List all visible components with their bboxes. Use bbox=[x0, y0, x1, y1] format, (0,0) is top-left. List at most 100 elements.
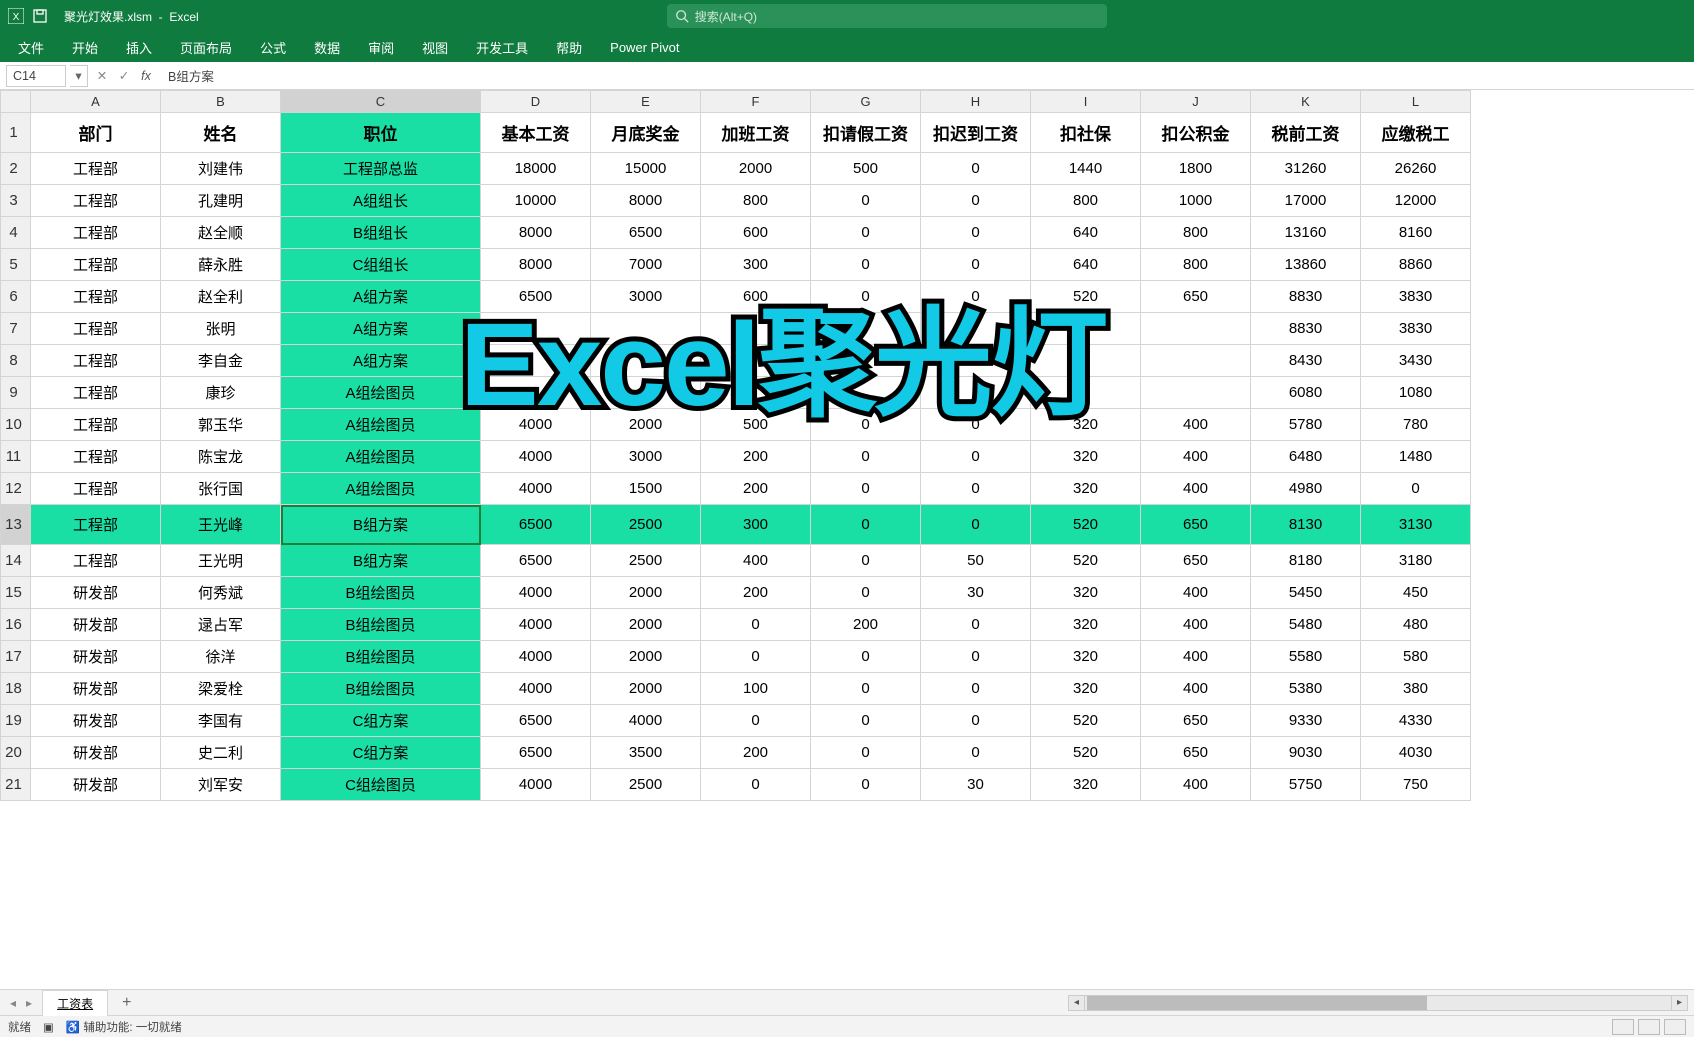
column-header[interactable]: I bbox=[1031, 91, 1141, 113]
cell[interactable]: 0 bbox=[921, 737, 1031, 769]
row-header[interactable]: 21 bbox=[1, 769, 31, 801]
cell[interactable] bbox=[481, 313, 591, 345]
cell[interactable]: 0 bbox=[811, 281, 921, 313]
column-header[interactable]: J bbox=[1141, 91, 1251, 113]
cell[interactable]: 4000 bbox=[481, 641, 591, 673]
cell[interactable]: 0 bbox=[921, 705, 1031, 737]
header-cell[interactable]: 姓名 bbox=[161, 113, 281, 153]
cell[interactable]: 赵全利 bbox=[161, 281, 281, 313]
cell[interactable]: A组绘图员 bbox=[281, 473, 481, 505]
cell[interactable]: 研发部 bbox=[31, 705, 161, 737]
ribbon-tab[interactable]: 开始 bbox=[58, 32, 112, 63]
scroll-right-icon[interactable]: ▸ bbox=[1671, 996, 1687, 1010]
cell[interactable]: 工程部 bbox=[31, 345, 161, 377]
cell[interactable]: 500 bbox=[701, 409, 811, 441]
cell[interactable] bbox=[921, 377, 1031, 409]
cell[interactable]: 王光明 bbox=[161, 545, 281, 577]
cell[interactable] bbox=[1141, 313, 1251, 345]
cell[interactable]: 520 bbox=[1031, 737, 1141, 769]
row-header[interactable]: 11 bbox=[1, 441, 31, 473]
row-header[interactable]: 10 bbox=[1, 409, 31, 441]
cell[interactable]: 0 bbox=[921, 673, 1031, 705]
cell[interactable]: 800 bbox=[1031, 185, 1141, 217]
header-cell[interactable]: 月底奖金 bbox=[591, 113, 701, 153]
cell[interactable]: 张明 bbox=[161, 313, 281, 345]
cell[interactable]: 0 bbox=[921, 281, 1031, 313]
ribbon-tab[interactable]: 审阅 bbox=[354, 32, 408, 63]
cell[interactable]: 320 bbox=[1031, 473, 1141, 505]
cell[interactable]: 520 bbox=[1031, 545, 1141, 577]
cell[interactable]: C组方案 bbox=[281, 705, 481, 737]
row-header[interactable]: 2 bbox=[1, 153, 31, 185]
cell[interactable]: 800 bbox=[1141, 249, 1251, 281]
formula-confirm-icon[interactable]: ✓ bbox=[116, 68, 132, 83]
header-cell[interactable]: 扣迟到工资 bbox=[921, 113, 1031, 153]
ribbon-tab[interactable]: 文件 bbox=[4, 32, 58, 63]
cell[interactable]: 2000 bbox=[591, 609, 701, 641]
cell[interactable] bbox=[921, 345, 1031, 377]
cell[interactable]: 780 bbox=[1361, 409, 1471, 441]
cell[interactable]: 0 bbox=[701, 641, 811, 673]
cell[interactable]: 工程部 bbox=[31, 249, 161, 281]
ribbon-tab[interactable]: 插入 bbox=[112, 32, 166, 63]
cell[interactable]: 1000 bbox=[1141, 185, 1251, 217]
cell[interactable]: 0 bbox=[811, 577, 921, 609]
cell[interactable]: 6500 bbox=[591, 217, 701, 249]
cell[interactable]: 0 bbox=[811, 249, 921, 281]
header-cell[interactable]: 基本工资 bbox=[481, 113, 591, 153]
cell[interactable]: 3130 bbox=[1361, 505, 1471, 545]
cell[interactable]: 8000 bbox=[481, 217, 591, 249]
cell[interactable]: A组组长 bbox=[281, 185, 481, 217]
cell[interactable]: 梁爱栓 bbox=[161, 673, 281, 705]
cell[interactable]: C组方案 bbox=[281, 737, 481, 769]
column-header[interactable]: B bbox=[161, 91, 281, 113]
cell[interactable]: A组绘图员 bbox=[281, 377, 481, 409]
cell[interactable]: A组方案 bbox=[281, 345, 481, 377]
cell[interactable]: 30 bbox=[921, 769, 1031, 801]
cell[interactable]: 工程部 bbox=[31, 313, 161, 345]
cell[interactable]: 8830 bbox=[1251, 281, 1361, 313]
cell[interactable]: 工程部 bbox=[31, 545, 161, 577]
cell[interactable]: 300 bbox=[701, 505, 811, 545]
cell[interactable] bbox=[1031, 377, 1141, 409]
cell[interactable]: 200 bbox=[701, 737, 811, 769]
row-header[interactable]: 18 bbox=[1, 673, 31, 705]
cell[interactable]: 郭玉华 bbox=[161, 409, 281, 441]
cell[interactable]: 研发部 bbox=[31, 737, 161, 769]
header-cell[interactable]: 扣公积金 bbox=[1141, 113, 1251, 153]
cell[interactable]: 7000 bbox=[591, 249, 701, 281]
cell[interactable]: 0 bbox=[921, 641, 1031, 673]
cell[interactable]: 8180 bbox=[1251, 545, 1361, 577]
cell[interactable]: 工程部 bbox=[31, 505, 161, 545]
cell[interactable]: 100 bbox=[701, 673, 811, 705]
cell[interactable]: 30 bbox=[921, 577, 1031, 609]
cell[interactable]: 650 bbox=[1141, 737, 1251, 769]
cell[interactable]: C组绘图员 bbox=[281, 769, 481, 801]
formula-cancel-icon[interactable]: ✕ bbox=[94, 68, 110, 83]
cell[interactable]: 520 bbox=[1031, 705, 1141, 737]
save-icon[interactable] bbox=[32, 8, 48, 24]
row-header[interactable]: 5 bbox=[1, 249, 31, 281]
column-header[interactable]: L bbox=[1361, 91, 1471, 113]
cell[interactable] bbox=[1141, 345, 1251, 377]
macro-record-icon[interactable]: ▣ bbox=[43, 1020, 54, 1034]
cell[interactable]: 5480 bbox=[1251, 609, 1361, 641]
cell[interactable]: 13160 bbox=[1251, 217, 1361, 249]
ribbon-tab[interactable]: 帮助 bbox=[542, 32, 596, 63]
cell[interactable]: 26260 bbox=[1361, 153, 1471, 185]
scroll-thumb[interactable] bbox=[1087, 996, 1427, 1010]
cell[interactable]: 张行国 bbox=[161, 473, 281, 505]
cell[interactable] bbox=[811, 345, 921, 377]
row-header[interactable]: 4 bbox=[1, 217, 31, 249]
cell[interactable]: 0 bbox=[811, 545, 921, 577]
cell[interactable]: 400 bbox=[1141, 673, 1251, 705]
cell[interactable]: 何秀斌 bbox=[161, 577, 281, 609]
cell[interactable]: 孔建明 bbox=[161, 185, 281, 217]
cell[interactable]: 工程部 bbox=[31, 441, 161, 473]
cell[interactable]: 0 bbox=[1361, 473, 1471, 505]
formula-input[interactable]: B组方案 bbox=[160, 66, 1694, 85]
cell[interactable]: 3430 bbox=[1361, 345, 1471, 377]
cell[interactable]: 4000 bbox=[591, 705, 701, 737]
cell[interactable]: 4030 bbox=[1361, 737, 1471, 769]
cell[interactable] bbox=[1141, 377, 1251, 409]
